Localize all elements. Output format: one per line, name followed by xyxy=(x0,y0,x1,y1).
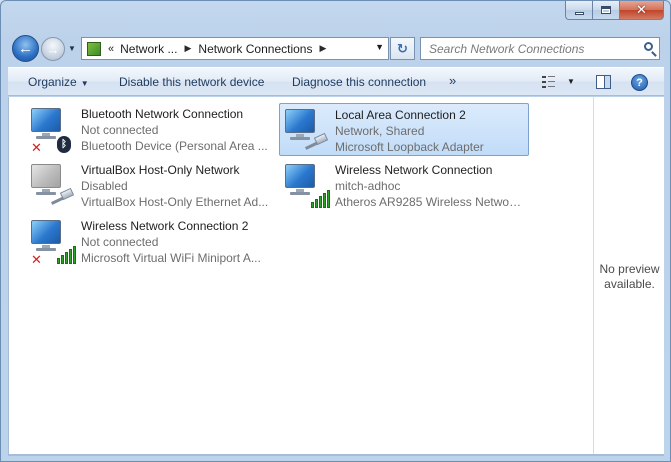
search-box xyxy=(420,37,660,60)
connection-tile-bluetooth[interactable]: ✕ ᛒ Bluetooth Network Connection Not con… xyxy=(26,103,274,155)
connection-device: Microsoft Virtual WiFi Miniport A... xyxy=(81,251,261,265)
monitor-icon xyxy=(31,164,61,192)
connection-device: VirtualBox Host-Only Ethernet Ad... xyxy=(81,195,269,209)
connection-device: Bluetooth Device (Personal Area ... xyxy=(81,139,268,153)
connection-name: Local Area Connection 2 xyxy=(335,108,466,122)
connection-status: mitch-adhoc xyxy=(335,179,401,193)
connection-text: Wireless Network Connection 2 Not connec… xyxy=(81,218,271,266)
content-bottom-border xyxy=(8,454,664,456)
network-adapter-icon xyxy=(283,162,331,210)
connection-name: Wireless Network Connection xyxy=(335,163,493,177)
disconnected-x-icon: ✕ xyxy=(31,253,42,268)
monitor-icon xyxy=(285,164,315,192)
refresh-button[interactable]: ↻ xyxy=(390,37,415,60)
breadcrumb-network-connections[interactable]: Network Connections xyxy=(198,42,312,56)
connection-status: Disabled xyxy=(81,179,128,193)
monitor-icon xyxy=(31,220,61,248)
connection-tile-wireless[interactable]: Wireless Network Connection mitch-adhoc … xyxy=(280,159,528,211)
network-adapter-icon xyxy=(283,107,331,155)
no-preview-text: No preview available. xyxy=(599,262,660,291)
connection-name: Bluetooth Network Connection xyxy=(81,107,244,121)
organize-menu[interactable]: Organize ▼ xyxy=(28,75,89,89)
connection-device: Microsoft Loopback Adapter xyxy=(335,140,484,154)
network-adapter-icon: ✕ ᛒ xyxy=(29,106,77,156)
connection-text: Local Area Connection 2 Network, Shared … xyxy=(335,107,525,155)
preview-pane: No preview available. xyxy=(593,97,664,454)
monitor-icon xyxy=(285,109,315,137)
more-commands-button[interactable]: » xyxy=(449,73,456,88)
search-icon[interactable] xyxy=(644,42,653,51)
preview-pane-icon[interactable] xyxy=(596,75,611,89)
refresh-icon: ↻ xyxy=(397,40,408,56)
wifi-signal-icon xyxy=(57,244,77,264)
connection-tile-wireless-2[interactable]: ✕ Wireless Network Connection 2 Not conn… xyxy=(26,215,274,267)
back-button[interactable]: ← xyxy=(12,35,39,62)
address-bar[interactable]: « Network ... ▶ Network Connections ▶ ▼ xyxy=(81,37,389,60)
bluetooth-icon: ᛒ xyxy=(57,136,71,153)
forward-button[interactable]: → xyxy=(41,37,65,61)
breadcrumb: « Network ... ▶ Network Connections ▶ xyxy=(101,42,333,56)
monitor-icon xyxy=(31,108,61,136)
connection-status: Not connected xyxy=(81,123,159,137)
connection-status: Network, Shared xyxy=(335,124,425,138)
wifi-signal-icon xyxy=(311,188,331,208)
diagnose-button[interactable]: Diagnose this connection xyxy=(292,75,426,89)
connection-text: Bluetooth Network Connection Not connect… xyxy=(81,106,271,154)
breadcrumb-network[interactable]: Network ... xyxy=(120,42,177,56)
maximize-icon xyxy=(601,6,611,14)
help-glyph: ? xyxy=(636,76,643,89)
breadcrumb-separator-icon[interactable]: ▶ xyxy=(184,43,191,54)
connection-tile-local-area[interactable]: Local Area Connection 2 Network, Shared … xyxy=(279,103,529,156)
help-icon[interactable]: ? xyxy=(631,74,648,91)
caption-buttons: ✕ xyxy=(565,1,664,21)
connections-list: ✕ ᛒ Bluetooth Network Connection Not con… xyxy=(8,97,593,454)
connection-text: Wireless Network Connection mitch-adhoc … xyxy=(335,162,525,210)
disconnected-x-icon: ✕ xyxy=(31,141,42,156)
close-button[interactable]: ✕ xyxy=(619,1,664,20)
disable-device-button[interactable]: Disable this network device xyxy=(119,75,264,89)
control-panel-icon xyxy=(87,41,101,56)
connection-text: VirtualBox Host-Only Network Disabled Vi… xyxy=(81,162,271,210)
recent-pages-dropdown[interactable]: ▼ xyxy=(68,44,76,53)
ethernet-cable-icon xyxy=(51,187,75,205)
command-bar: Organize ▼ Disable this network device Di… xyxy=(8,67,664,96)
address-dropdown-icon[interactable]: ▼ xyxy=(375,42,384,52)
connection-name: Wireless Network Connection 2 xyxy=(81,219,249,233)
ethernet-cable-icon xyxy=(305,132,329,150)
network-adapter-icon: ✕ xyxy=(29,218,77,268)
minimize-icon xyxy=(574,11,584,15)
organize-label: Organize xyxy=(28,75,77,89)
forward-arrow-icon: → xyxy=(46,41,60,57)
change-view-icon[interactable] xyxy=(542,76,555,88)
minimize-button[interactable] xyxy=(565,1,592,20)
connection-status: Not connected xyxy=(81,235,159,249)
maximize-button[interactable] xyxy=(592,1,619,20)
close-icon: ✕ xyxy=(636,2,647,18)
network-adapter-icon xyxy=(29,162,77,210)
view-options-dropdown[interactable]: ▼ xyxy=(567,77,575,86)
connection-name: VirtualBox Host-Only Network xyxy=(81,163,240,177)
back-arrow-icon: ← xyxy=(18,40,33,57)
chevron-down-icon: ▼ xyxy=(80,79,89,88)
breadcrumb-overflow[interactable]: « xyxy=(108,43,114,55)
connection-tile-virtualbox[interactable]: VirtualBox Host-Only Network Disabled Vi… xyxy=(26,159,274,211)
breadcrumb-separator-icon[interactable]: ▶ xyxy=(319,43,326,54)
search-input[interactable] xyxy=(429,41,639,56)
explorer-window: ✕ ← → ▼ « Network ... ▶ Network Connecti… xyxy=(0,0,671,462)
connection-device: Atheros AR9285 Wireless Network... xyxy=(335,195,525,209)
